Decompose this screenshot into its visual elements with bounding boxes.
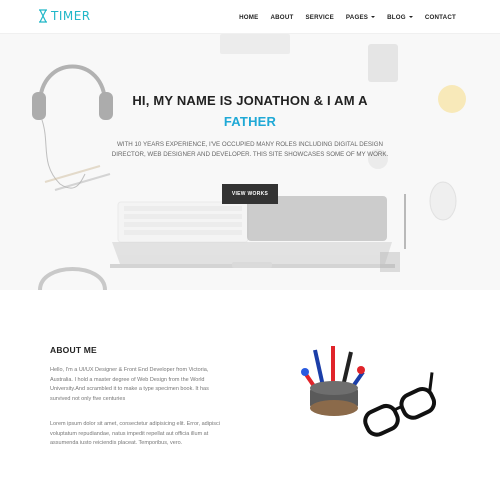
navbar: TIMER HOME ABOUT SERVICE PAGES BLOG CONT… (0, 0, 500, 34)
hero-title: HI, MY NAME IS JONATHON & I AM A (132, 93, 368, 108)
about-paragraph-2: Lorem ipsum dolor sit amet, consectetur … (50, 421, 220, 446)
nav-item-contact[interactable]: CONTACT (419, 0, 462, 34)
hero-content: HI, MY NAME IS JONATHON & I AM A FATHER … (0, 34, 500, 290)
nav-item-service[interactable]: SERVICE (299, 0, 339, 34)
caret-down-icon (371, 16, 376, 18)
about-paragraph-1: Hello, I'm a UI/UX Designer & Front End … (50, 367, 209, 402)
nav-item-home[interactable]: HOME (233, 0, 264, 34)
nav-item-blog[interactable]: BLOG (381, 0, 419, 34)
about-illustration (301, 346, 437, 437)
hero-role-highlight: FATHER (223, 114, 277, 129)
brand-logo[interactable]: TIMER (38, 9, 91, 23)
hourglass-icon (39, 9, 47, 23)
nav-item-about[interactable]: ABOUT (264, 0, 299, 34)
about-title: ABOUT ME (50, 345, 97, 355)
main-nav: HOME ABOUT SERVICE PAGES BLOG CONTACT (233, 0, 462, 34)
brand-name: TIMER (51, 9, 91, 23)
hero-section: HI, MY NAME IS JONATHON & I AM A FATHER … (0, 34, 500, 290)
pen-holder-icon (301, 346, 365, 416)
nav-item-pages[interactable]: PAGES (340, 0, 381, 34)
caret-down-icon (408, 16, 413, 18)
view-works-button[interactable]: VIEW WORKS (222, 184, 278, 204)
glasses-icon (363, 372, 437, 437)
hero-description: WITH 10 YEARS EXPERIENCE, I'VE OCCUPIED … (111, 141, 389, 158)
